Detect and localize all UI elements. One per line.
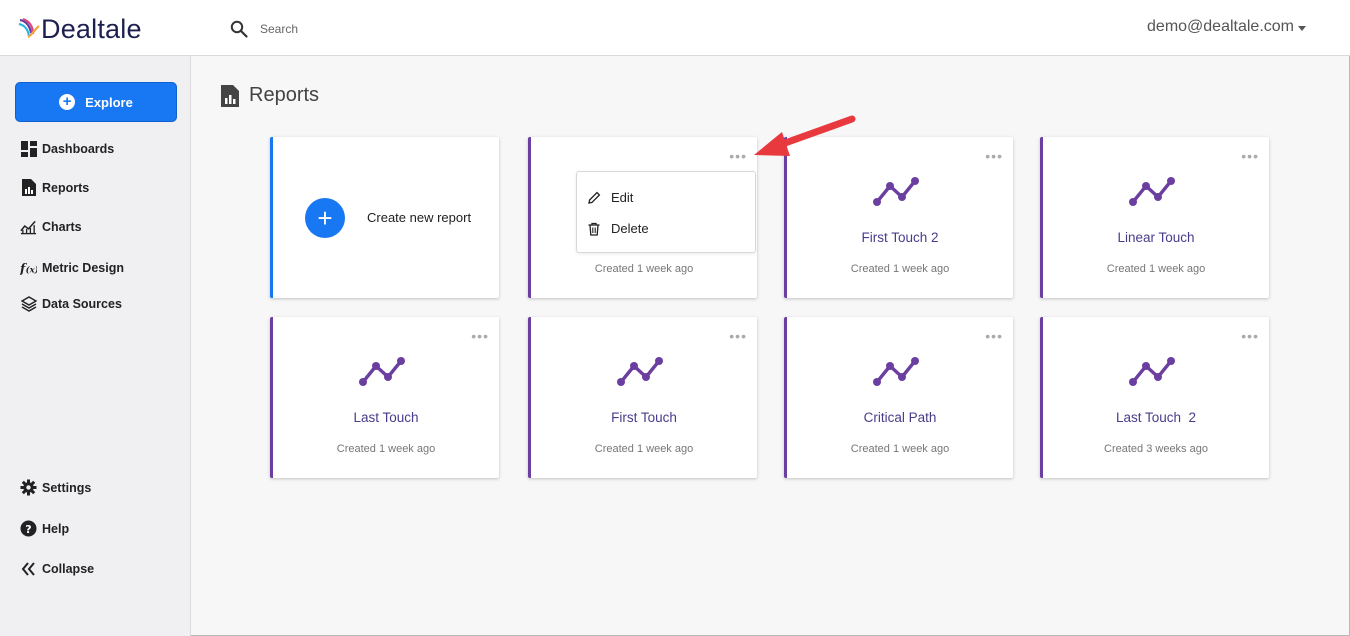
report-created: Created 1 week ago bbox=[850, 263, 950, 275]
caret-down-icon bbox=[1298, 25, 1306, 31]
more-options-icon[interactable]: ••• bbox=[985, 149, 1003, 163]
double-chevron-left-icon bbox=[20, 560, 37, 577]
line-chart-icon bbox=[1129, 357, 1175, 386]
create-report-label: Create new report bbox=[367, 210, 472, 225]
report-created: Created 1 week ago bbox=[850, 443, 950, 455]
search-input[interactable] bbox=[254, 19, 554, 39]
more-options-icon[interactable]: ••• bbox=[729, 149, 747, 163]
line-chart-icon bbox=[873, 177, 919, 206]
more-options-icon[interactable]: ••• bbox=[471, 329, 489, 343]
sidebar-item-label: Dashboards bbox=[42, 141, 115, 156]
explore-button[interactable]: + Explore bbox=[15, 82, 177, 122]
report-name: Last Touch bbox=[353, 410, 419, 425]
line-chart-icon bbox=[873, 357, 919, 386]
sidebar-item-data-sources[interactable]: Data Sources bbox=[20, 295, 122, 312]
sidebar-item-settings[interactable]: Settings bbox=[20, 479, 91, 496]
svg-text:(x): (x) bbox=[26, 264, 37, 275]
gear-icon bbox=[20, 479, 37, 496]
report-name: First Touch 2 bbox=[861, 230, 939, 245]
top-bar: Dealtale demo@dealtale.com bbox=[0, 0, 1350, 56]
report-card[interactable]: ••• Last Touch 2 Created 3 weeks ago bbox=[1040, 317, 1269, 478]
report-card[interactable]: ••• Edit Delete Created 1 week ago bbox=[528, 137, 757, 298]
help-icon: ? bbox=[20, 520, 37, 537]
report-icon bbox=[221, 84, 239, 107]
report-card[interactable]: ••• Last Touch Created 1 week ago bbox=[270, 317, 499, 478]
user-email: demo@dealtale.com bbox=[1147, 18, 1294, 35]
user-menu[interactable]: demo@dealtale.com bbox=[1147, 18, 1306, 36]
report-icon bbox=[20, 179, 37, 196]
report-card[interactable]: ••• First Touch Created 1 week ago bbox=[528, 317, 757, 478]
layers-icon bbox=[20, 295, 37, 312]
logo-text: Dealtale bbox=[41, 13, 142, 44]
sidebar-item-dashboards[interactable]: Dashboards bbox=[20, 140, 114, 157]
sidebar-item-label: Help bbox=[42, 521, 70, 536]
function-icon: f(x) bbox=[20, 259, 37, 276]
report-created: Created 1 week ago bbox=[336, 443, 436, 455]
sidebar: + Explore Dashboards Reports Charts f(x)… bbox=[0, 56, 191, 636]
sidebar-item-metric-design[interactable]: f(x) Metric Design bbox=[20, 259, 124, 276]
sidebar-item-help[interactable]: ? Help bbox=[20, 520, 69, 537]
report-name: Critical Path bbox=[863, 410, 937, 425]
sidebar-item-charts[interactable]: Charts bbox=[20, 218, 82, 235]
search-icon[interactable] bbox=[230, 20, 248, 38]
line-chart-icon bbox=[359, 357, 405, 386]
more-options-icon[interactable]: ••• bbox=[985, 329, 1003, 343]
report-created: Created 1 week ago bbox=[594, 263, 694, 275]
page-title-text: Reports bbox=[249, 84, 320, 106]
context-menu: Edit Delete bbox=[576, 171, 756, 253]
report-card[interactable]: ••• Critical Path Created 1 week ago bbox=[784, 317, 1013, 478]
create-report-card[interactable]: + Create new report bbox=[270, 137, 499, 298]
delete-menu-item[interactable]: Delete bbox=[587, 221, 649, 236]
delete-label: Delete bbox=[611, 221, 649, 236]
svg-text:?: ? bbox=[25, 523, 31, 536]
report-card[interactable]: ••• First Touch 2 Created 1 week ago bbox=[784, 137, 1013, 298]
sidebar-item-label: Reports bbox=[42, 180, 90, 195]
sidebar-item-reports[interactable]: Reports bbox=[20, 179, 89, 196]
report-created: Created 1 week ago bbox=[1106, 263, 1206, 275]
sidebar-item-label: Settings bbox=[42, 480, 92, 495]
report-name: Linear Touch bbox=[1117, 230, 1195, 245]
report-name: First Touch bbox=[611, 410, 677, 425]
plus-circle-icon: + bbox=[59, 94, 76, 110]
report-created: Created 3 weeks ago bbox=[1104, 443, 1208, 455]
explore-label: Explore bbox=[85, 94, 133, 110]
trash-icon bbox=[588, 222, 600, 236]
sidebar-item-collapse[interactable]: Collapse bbox=[20, 560, 94, 577]
edit-menu-item[interactable]: Edit bbox=[587, 190, 633, 205]
sidebar-item-label: Data Sources bbox=[42, 296, 122, 311]
line-chart-icon bbox=[617, 357, 663, 386]
logo[interactable]: Dealtale bbox=[18, 14, 142, 44]
line-chart-icon bbox=[1129, 177, 1175, 206]
report-card[interactable]: ••• Linear Touch Created 1 week ago bbox=[1040, 137, 1269, 298]
plus-icon: + bbox=[305, 198, 345, 238]
dashboard-icon bbox=[20, 140, 37, 157]
sidebar-item-label: Metric Design bbox=[42, 260, 124, 275]
logo-icon bbox=[18, 17, 40, 38]
more-options-icon[interactable]: ••• bbox=[729, 329, 747, 343]
page-title: Reports bbox=[221, 84, 319, 107]
sidebar-item-label: Charts bbox=[42, 219, 82, 234]
more-options-icon[interactable]: ••• bbox=[1241, 149, 1259, 163]
report-created: Created 1 week ago bbox=[594, 443, 694, 455]
pencil-icon bbox=[588, 191, 601, 204]
report-name: Last Touch 2 bbox=[1115, 410, 1197, 425]
chart-icon bbox=[20, 218, 37, 235]
sidebar-item-label: Collapse bbox=[42, 561, 95, 576]
more-options-icon[interactable]: ••• bbox=[1241, 329, 1259, 343]
edit-label: Edit bbox=[611, 190, 634, 205]
